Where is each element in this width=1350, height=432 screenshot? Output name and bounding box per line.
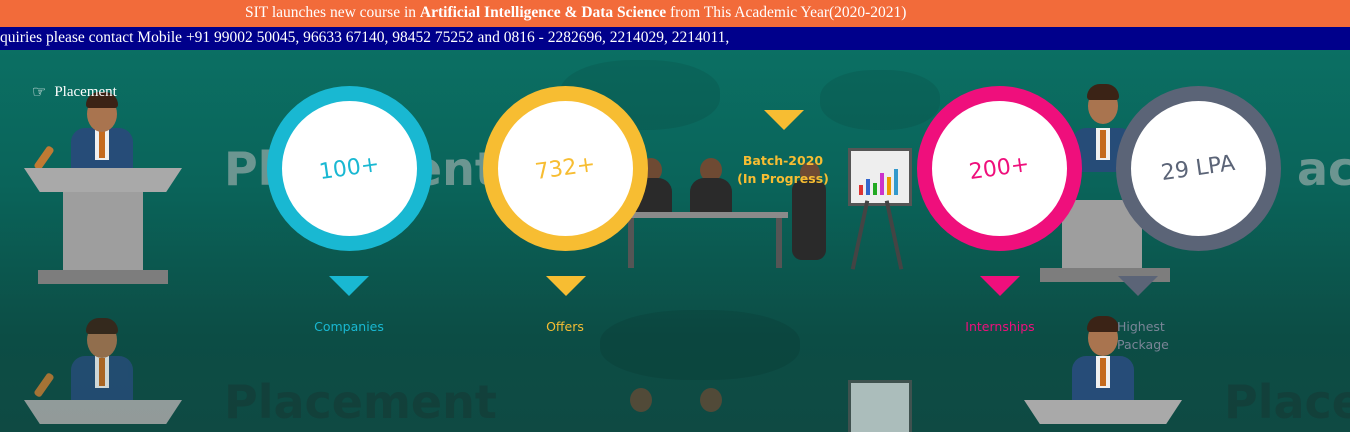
announcement-suffix: from This Academic Year(2020-2021) [666, 4, 907, 21]
announcement-bar: SIT launches new course in Artificial In… [0, 0, 1350, 27]
batch-pointer [764, 110, 804, 130]
contact-ticker: quiries please contact Mobile +91 99002 … [0, 27, 1350, 50]
companies-value: 100+ [317, 151, 382, 186]
batch-line2: (In Progress) [737, 171, 829, 186]
map-shape [600, 310, 800, 380]
internships-stat-circle: 200+ [917, 86, 1082, 251]
offers-pointer [546, 276, 586, 296]
offers-stat-circle: 732+ [483, 86, 648, 251]
companies-pointer [329, 276, 369, 296]
placement-link[interactable]: ☞ Placement [32, 84, 117, 101]
announcement-course: Artificial Intelligence & Data Science [419, 4, 667, 21]
highest-package-value: 29 LPA [1160, 150, 1237, 187]
chart-easel [848, 148, 912, 206]
highest-package-stat-circle: 29 LPA [1116, 86, 1281, 251]
companies-label: Companies [314, 319, 384, 334]
placement-banner: Placement Placement Placer acer [0, 50, 1350, 432]
placement-link-label: Placement [54, 84, 117, 100]
announcement-text[interactable]: SIT launches new course in Artificial In… [245, 0, 906, 25]
batch-line1: Batch-2020 [742, 153, 824, 168]
offers-value: 732+ [533, 151, 598, 186]
background-word: Placement [224, 375, 497, 429]
highest-package-pointer [1118, 276, 1158, 296]
background-word: acer [1297, 142, 1350, 196]
highest-package-label-line2: Package [1117, 337, 1169, 352]
offers-label: Offers [546, 319, 584, 334]
ticker-text: quiries please contact Mobile +91 99002 … [0, 29, 730, 46]
highest-package-label: Highest Package [1117, 318, 1169, 354]
companies-stat-circle: 100+ [267, 86, 432, 251]
announcement-prefix: SIT launches new course in [245, 4, 420, 21]
internships-value: 200+ [967, 151, 1032, 186]
background-word: Placer [1224, 375, 1350, 429]
internships-pointer [980, 276, 1020, 296]
highest-package-label-line1: Highest [1117, 319, 1165, 334]
internships-label: Internships [965, 319, 1035, 334]
hand-point-right-icon: ☞ [32, 83, 47, 101]
batch-label: Batch-2020 (In Progress) [730, 152, 836, 188]
map-shape [820, 70, 940, 130]
